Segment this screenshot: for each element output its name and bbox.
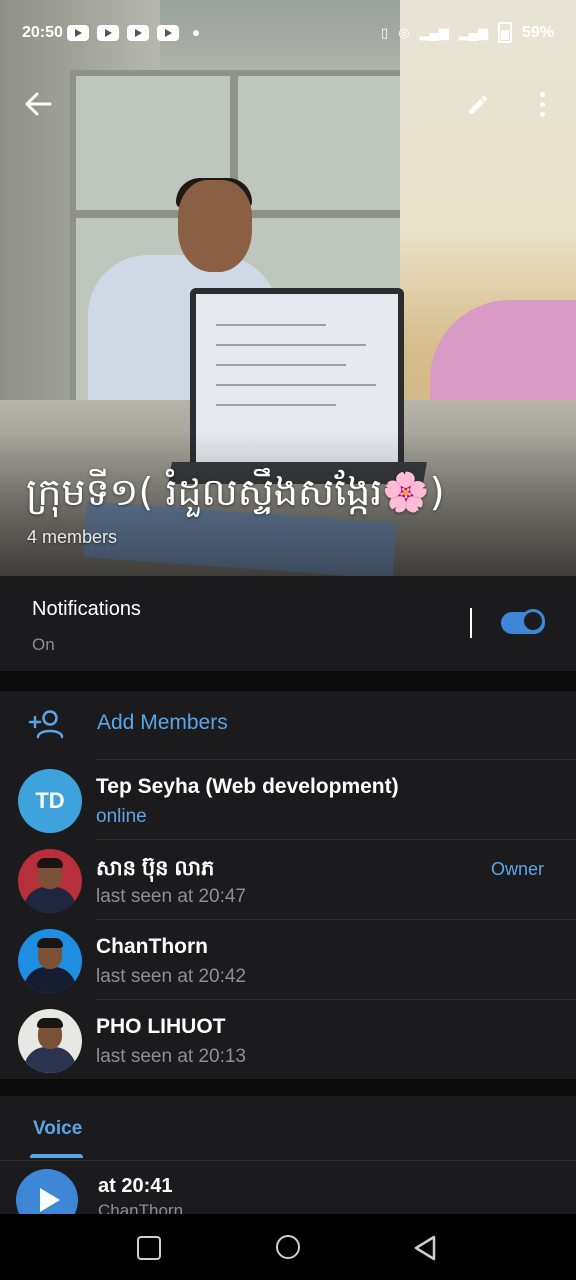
member-name: ChanThorn bbox=[96, 935, 208, 958]
member-row[interactable]: TD Tep Seyha (Web development) online bbox=[0, 759, 576, 839]
member-status: last seen at 20:13 bbox=[96, 1046, 246, 1067]
member-row[interactable]: PHO LIHUOT last seen at 20:13 bbox=[0, 999, 576, 1079]
youtube-notification-icon bbox=[67, 25, 89, 41]
notifications-row[interactable]: Notifications On bbox=[0, 576, 576, 671]
member-status: last seen at 20:42 bbox=[96, 966, 246, 987]
add-members-button[interactable]: Add Members bbox=[0, 691, 576, 759]
member-status: online bbox=[96, 806, 147, 827]
avatar bbox=[18, 1009, 82, 1073]
avatar bbox=[18, 849, 82, 913]
member-name: PHO LIHUOT bbox=[96, 1015, 226, 1038]
hotspot-icon: ◎ bbox=[398, 24, 410, 40]
member-count: 4 members bbox=[27, 527, 118, 547]
signal-icon-2: ▂▄▆ bbox=[458, 24, 488, 40]
more-options-icon[interactable] bbox=[540, 92, 546, 118]
more-notifications-dot bbox=[193, 30, 199, 36]
avatar: TD bbox=[18, 769, 82, 833]
notifications-toggle[interactable] bbox=[501, 609, 545, 634]
battery-percent: 59% bbox=[521, 23, 554, 41]
section-gap bbox=[0, 671, 576, 691]
status-bar: 20:50 ▯ ◎ ▂▄▆ ▂▄▆ 59% bbox=[0, 0, 576, 64]
home-icon[interactable] bbox=[276, 1235, 300, 1259]
back-arrow-icon[interactable] bbox=[24, 92, 52, 116]
edit-pencil-icon[interactable] bbox=[466, 93, 490, 117]
back-triangle-icon[interactable] bbox=[412, 1234, 438, 1262]
play-icon[interactable] bbox=[16, 1169, 78, 1214]
signal-icon: ▂▄▆ bbox=[419, 24, 449, 40]
active-tab-indicator bbox=[30, 1154, 83, 1158]
vibrate-icon: ▯ bbox=[381, 24, 389, 40]
battery-icon bbox=[497, 22, 512, 43]
status-time: 20:50 bbox=[22, 24, 63, 41]
system-navigation-bar bbox=[0, 1214, 576, 1280]
member-name: សាន ប៊ុន លាភ bbox=[96, 857, 215, 880]
member-status: last seen at 20:47 bbox=[96, 886, 246, 907]
member-row[interactable]: ChanThorn last seen at 20:42 bbox=[0, 919, 576, 999]
voice-sender: ChanThorn bbox=[98, 1201, 184, 1214]
divider bbox=[470, 608, 472, 638]
notifications-label: Notifications bbox=[32, 598, 141, 620]
section-gap bbox=[0, 1079, 576, 1096]
member-row[interactable]: សាន ប៊ុន លាភ Owner last seen at 20:47 bbox=[0, 839, 576, 919]
avatar bbox=[18, 929, 82, 993]
member-name: Tep Seyha (Web development) bbox=[96, 775, 399, 798]
youtube-notification-icon bbox=[97, 25, 119, 41]
add-user-icon bbox=[28, 710, 64, 739]
group-name: ក្រុមទី១( រំដួលស្ទឹងសង្កែរ🌸) bbox=[26, 470, 445, 514]
voice-title: at 20:41 bbox=[98, 1175, 173, 1197]
voice-message-item[interactable]: at 20:41 ChanThorn bbox=[0, 1161, 576, 1214]
recents-icon[interactable] bbox=[137, 1236, 161, 1260]
owner-badge: Owner bbox=[490, 859, 544, 879]
notifications-value: On bbox=[32, 635, 55, 654]
media-tabs: Voice bbox=[0, 1096, 576, 1160]
youtube-notification-icon bbox=[157, 25, 179, 41]
add-members-label: Add Members bbox=[97, 711, 228, 734]
youtube-notification-icon bbox=[127, 25, 149, 41]
tab-voice[interactable]: Voice bbox=[33, 1118, 82, 1140]
